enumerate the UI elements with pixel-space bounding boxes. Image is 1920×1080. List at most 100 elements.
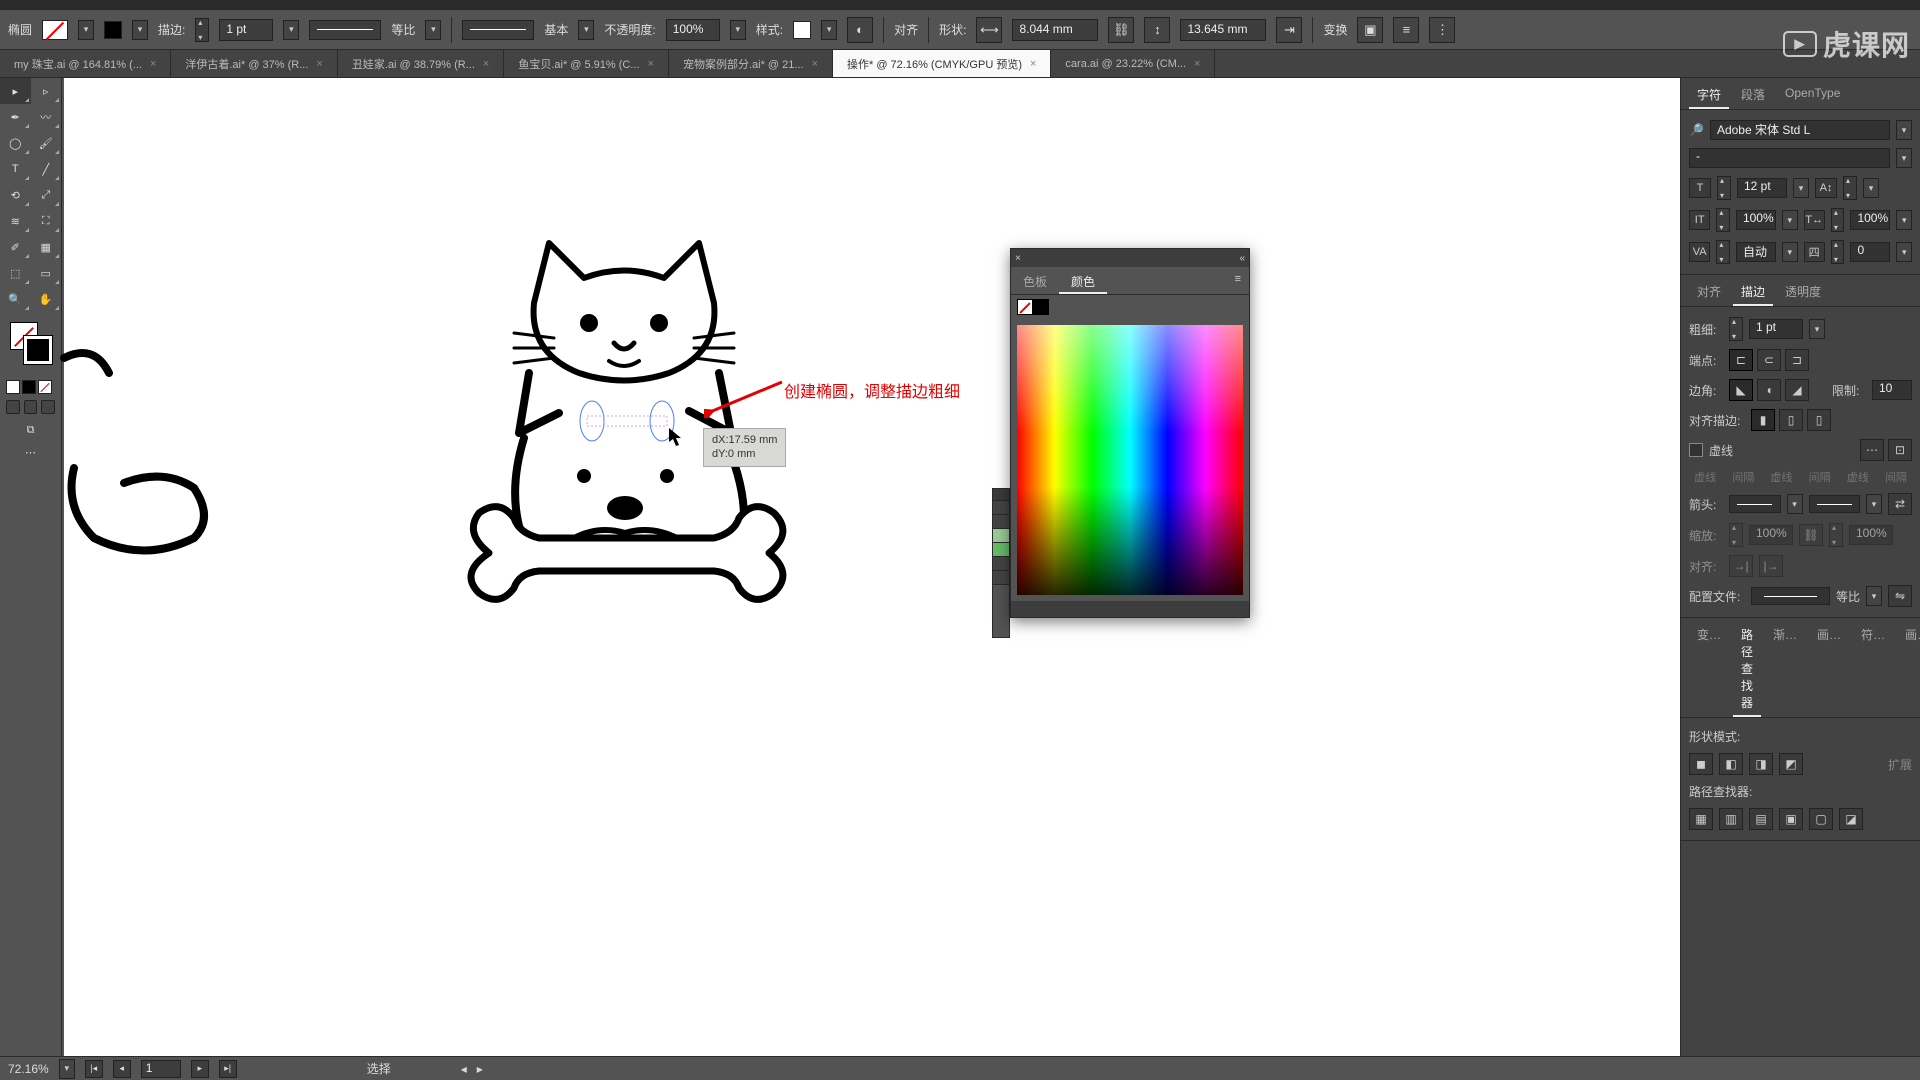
color-spectrum[interactable] xyxy=(1017,325,1243,595)
tab-transform[interactable]: 变… xyxy=(1689,622,1729,717)
direct-selection-tool[interactable]: ▹ xyxy=(31,78,62,104)
tab-align[interactable]: 对齐 xyxy=(1689,279,1729,306)
font-style-dropdown[interactable] xyxy=(1896,148,1912,168)
link-wh-icon[interactable]: ⛓ xyxy=(1108,17,1134,43)
shape-builder-tool[interactable]: ⬚ xyxy=(0,260,31,286)
profile-dropdown[interactable] xyxy=(1866,586,1882,606)
draw-normal-icon[interactable] xyxy=(6,400,20,414)
close-icon[interactable]: × xyxy=(150,58,156,70)
graphic-style-dropdown[interactable] xyxy=(821,20,837,40)
close-icon[interactable]: × xyxy=(1030,58,1036,70)
tab-swatches[interactable]: 色板 xyxy=(1011,267,1059,294)
tab-stroke[interactable]: 描边 xyxy=(1733,279,1773,306)
shape-width-field[interactable]: 8.044 mm xyxy=(1012,19,1098,41)
exclude-icon[interactable]: ◩ xyxy=(1779,753,1803,775)
stroke-weight-field[interactable]: 1 pt xyxy=(1749,319,1803,339)
swap-arrows-icon[interactable]: ⇄ xyxy=(1888,493,1912,515)
stroke-swatch[interactable] xyxy=(104,21,122,39)
align-stroke-outside-icon[interactable]: ▯ xyxy=(1807,409,1831,431)
crop-icon[interactable]: ▣ xyxy=(1779,808,1803,830)
color-panel[interactable]: × « 色板 颜色 ≡ xyxy=(1010,248,1250,618)
doc-tab-5[interactable]: 操作* @ 72.16% (CMYK/GPU 预览)× xyxy=(833,50,1051,77)
canvas-area[interactable]: 创建椭圆，调整描边粗细 dX:17.59 mm dY:0 mm × « 色板 颜… xyxy=(62,78,1680,1056)
font-family-field[interactable]: Adobe 宋体 Std L xyxy=(1710,120,1890,140)
next-artboard-icon[interactable]: ▸ xyxy=(191,1060,209,1078)
doc-tab-0[interactable]: my 珠宝.ai @ 164.81% (...× xyxy=(0,50,171,77)
doc-tab-6[interactable]: cara.ai @ 23.22% (CM...× xyxy=(1051,50,1215,77)
doc-tab-1[interactable]: 洋伊古着.ai* @ 37% (R...× xyxy=(171,50,337,77)
pen-tool[interactable]: ✒ xyxy=(0,104,31,130)
tab-pathfinder[interactable]: 路径查找器 xyxy=(1733,622,1761,717)
graphic-style-swatch[interactable] xyxy=(793,21,811,39)
ellipse-tool[interactable]: ◯ xyxy=(0,130,31,156)
stroke-proxy[interactable] xyxy=(1033,299,1049,315)
scale-tool[interactable]: ⤢ xyxy=(31,182,62,208)
opacity-field[interactable]: 100% xyxy=(666,19,720,41)
expand-button[interactable]: 扩展 xyxy=(1888,756,1912,773)
color-mode-icon[interactable] xyxy=(6,380,20,394)
arrow-align-end-icon[interactable]: |→ xyxy=(1759,555,1783,577)
tracking-field[interactable]: 0 xyxy=(1850,242,1890,262)
arrow-align-tip-icon[interactable]: →| xyxy=(1729,555,1753,577)
close-icon[interactable]: × xyxy=(648,58,654,70)
gradient-tool[interactable]: ▦ xyxy=(31,234,62,260)
swatches-strip-collapsed[interactable] xyxy=(992,488,1010,638)
none-mode-icon[interactable] xyxy=(38,380,52,394)
dash-align-icon[interactable]: ⊡ xyxy=(1888,439,1912,461)
minus-back-icon[interactable]: ◪ xyxy=(1839,808,1863,830)
tab-color[interactable]: 颜色 xyxy=(1059,267,1107,294)
profile-flip-icon[interactable]: ⇋ xyxy=(1888,585,1912,607)
join-round-icon[interactable]: ◖ xyxy=(1757,379,1781,401)
align-stroke-center-icon[interactable]: ▮ xyxy=(1751,409,1775,431)
recolor-icon[interactable]: ◐ xyxy=(847,17,873,43)
tab-transparency[interactable]: 透明度 xyxy=(1777,279,1829,306)
fill-proxy[interactable] xyxy=(1017,299,1033,315)
trim-icon[interactable]: ▥ xyxy=(1719,808,1743,830)
intersect-icon[interactable]: ◨ xyxy=(1749,753,1773,775)
divide-icon[interactable]: ▦ xyxy=(1689,808,1713,830)
zoom-tool[interactable]: 🔍 xyxy=(0,286,31,312)
draw-behind-icon[interactable] xyxy=(24,400,38,414)
merge-icon[interactable]: ▤ xyxy=(1749,808,1773,830)
stroke-profile-preview[interactable] xyxy=(309,20,381,40)
shape-height-field[interactable]: 13.645 mm xyxy=(1180,19,1266,41)
opacity-dropdown[interactable] xyxy=(730,20,746,40)
close-icon[interactable]: × xyxy=(1194,58,1200,70)
align-stroke-inside-icon[interactable]: ▯ xyxy=(1779,409,1803,431)
selection-tool[interactable]: ▸ xyxy=(0,78,31,104)
stroke-profile-dropdown[interactable] xyxy=(425,20,441,40)
align-label[interactable]: 对齐 xyxy=(894,21,918,38)
paintbrush-tool[interactable]: 🖌 xyxy=(31,130,62,156)
gradient-mode-icon[interactable] xyxy=(22,380,36,394)
panel-menu-icon[interactable]: ≡ xyxy=(1227,267,1249,294)
tab-paragraph[interactable]: 段落 xyxy=(1733,82,1773,109)
doc-tab-2[interactable]: 丑娃家.ai @ 38.79% (R...× xyxy=(338,50,504,77)
font-family-dropdown[interactable] xyxy=(1896,120,1912,140)
hand-tool[interactable]: ✋ xyxy=(31,286,62,312)
scroll-right-icon[interactable]: ▸ xyxy=(477,1062,483,1076)
tab-symbols[interactable]: 符… xyxy=(1853,622,1893,717)
screen-mode-icon[interactable]: ⧉ xyxy=(0,418,61,442)
stroke-weight-dropdown[interactable] xyxy=(283,20,299,40)
stroke-weight-stepper[interactable] xyxy=(195,18,209,42)
hscale-field[interactable]: 100% xyxy=(1850,210,1890,230)
miter-limit-field[interactable]: 10 xyxy=(1872,380,1912,400)
profile-preview[interactable] xyxy=(1751,587,1830,605)
stroke-weight-dropdown[interactable] xyxy=(1809,319,1825,339)
doc-tab-3[interactable]: 鱼宝贝.ai* @ 5.91% (C...× xyxy=(504,50,669,77)
stroke-indicator[interactable] xyxy=(24,336,52,364)
dashed-checkbox[interactable] xyxy=(1689,443,1703,457)
fill-stroke-control[interactable] xyxy=(6,320,55,370)
edit-toolbar-icon[interactable]: ⋯ xyxy=(0,442,61,462)
tab-gradient[interactable]: 渐… xyxy=(1765,622,1805,717)
leading-dropdown[interactable] xyxy=(1863,178,1879,198)
type-tool[interactable]: T xyxy=(0,156,31,182)
cap-butt-icon[interactable]: ⊏ xyxy=(1729,349,1753,371)
tab-character[interactable]: 字符 xyxy=(1689,82,1729,109)
eyedropper-tool[interactable]: ✐ xyxy=(0,234,31,260)
arrow-end-field[interactable] xyxy=(1809,495,1861,513)
tab-graphic-styles[interactable]: 画… xyxy=(1897,622,1920,717)
minus-front-icon[interactable]: ◧ xyxy=(1719,753,1743,775)
link-scale-icon[interactable]: ⛓ xyxy=(1799,524,1823,546)
kerning-field[interactable]: 自动 xyxy=(1736,242,1776,262)
